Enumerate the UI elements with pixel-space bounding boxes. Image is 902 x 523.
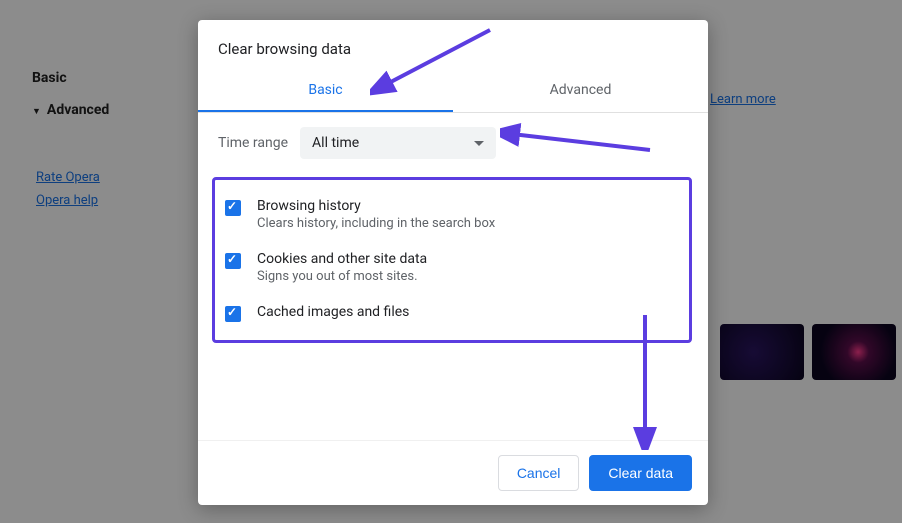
time-range-label: Time range xyxy=(218,135,288,151)
option-cached[interactable]: Cached images and files xyxy=(225,294,679,332)
time-range-row: Time range All time xyxy=(198,113,708,173)
dialog-actions: Cancel Clear data xyxy=(198,440,708,505)
checkbox-cookies[interactable] xyxy=(225,253,241,269)
option-subtitle: Clears history, including in the search … xyxy=(257,216,495,231)
tab-advanced[interactable]: Advanced xyxy=(453,70,708,112)
option-title: Browsing history xyxy=(257,198,495,214)
tab-basic[interactable]: Basic xyxy=(198,70,453,112)
chevron-down-icon xyxy=(474,141,484,146)
clear-data-button[interactable]: Clear data xyxy=(589,455,692,491)
option-title: Cached images and files xyxy=(257,304,409,320)
clear-options: Browsing history Clears history, includi… xyxy=(198,173,708,347)
option-subtitle: Signs you out of most sites. xyxy=(257,269,427,284)
checkbox-browsing-history[interactable] xyxy=(225,200,241,216)
annotation-highlight-box: Browsing history Clears history, includi… xyxy=(212,177,692,343)
cancel-button[interactable]: Cancel xyxy=(498,455,580,491)
checkbox-cached[interactable] xyxy=(225,306,241,322)
option-title: Cookies and other site data xyxy=(257,251,427,267)
dialog-title: Clear browsing data xyxy=(198,20,708,70)
time-range-value: All time xyxy=(312,135,359,151)
clear-browsing-data-dialog: Clear browsing data Basic Advanced Time … xyxy=(198,20,708,505)
option-cookies[interactable]: Cookies and other site data Signs you ou… xyxy=(225,241,679,294)
dialog-tabs: Basic Advanced xyxy=(198,70,708,113)
time-range-select[interactable]: All time xyxy=(300,127,496,159)
option-browsing-history[interactable]: Browsing history Clears history, includi… xyxy=(225,188,679,241)
